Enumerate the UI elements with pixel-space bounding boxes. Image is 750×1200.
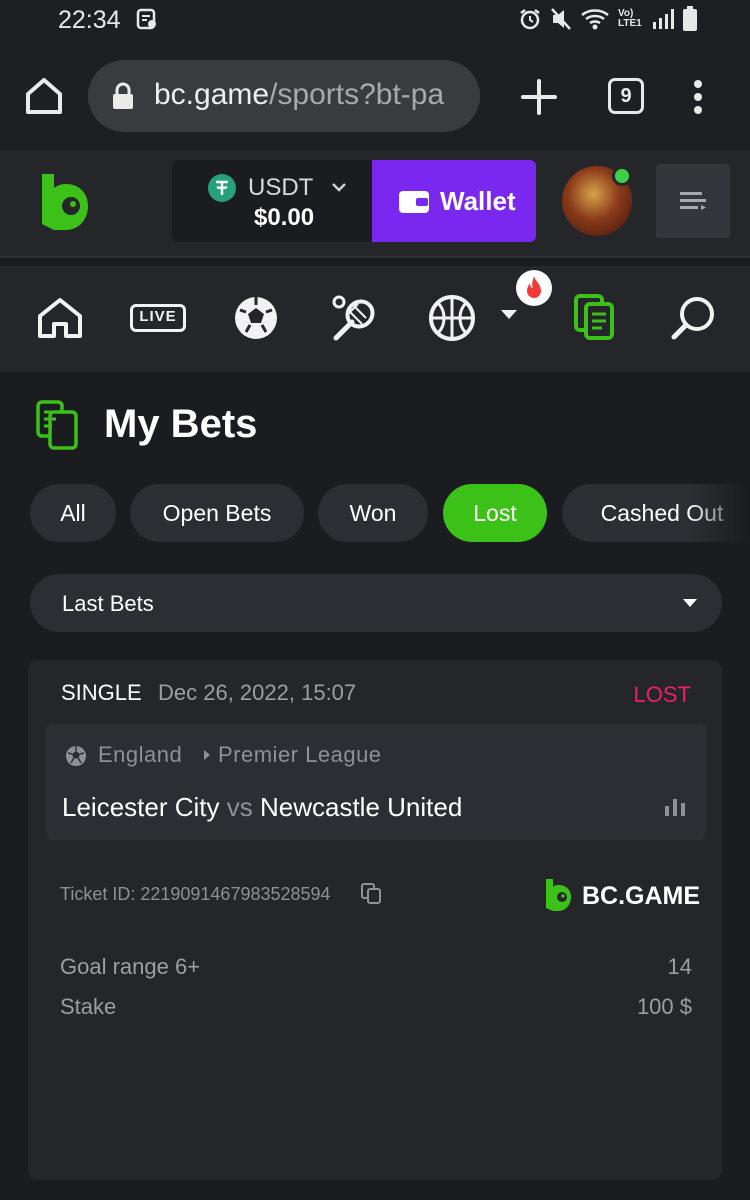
home-team: Leicester City bbox=[62, 792, 220, 822]
url-path: /sports?bt-pa bbox=[269, 78, 445, 111]
hot-badge bbox=[516, 270, 552, 306]
wifi-icon bbox=[581, 9, 609, 30]
stats-icon[interactable] bbox=[664, 798, 686, 816]
my-bets-icon[interactable] bbox=[570, 292, 622, 344]
dropdown-label: Last Bets bbox=[62, 591, 154, 616]
more-sports-caret-icon[interactable] bbox=[500, 308, 518, 320]
mute-icon bbox=[551, 8, 571, 30]
selection-label: Goal range 6+ bbox=[60, 954, 201, 979]
url-host: bc.game bbox=[154, 78, 270, 111]
basketball-icon[interactable] bbox=[426, 292, 478, 344]
stake-value: 100 $ bbox=[636, 994, 692, 1019]
signal-icon bbox=[653, 9, 674, 29]
menu-button[interactable] bbox=[656, 164, 730, 238]
wallet-label: Wallet bbox=[440, 186, 516, 216]
filter-won[interactable]: Won bbox=[318, 484, 428, 542]
match-info[interactable]: England Premier League Leicester City vs… bbox=[46, 724, 706, 840]
note-icon bbox=[136, 8, 156, 30]
bets-range-dropdown[interactable]: Last Bets bbox=[30, 574, 722, 632]
vs-label: vs bbox=[226, 792, 253, 822]
bet-date: Dec 26, 2022, 15:07 bbox=[158, 680, 357, 705]
filter-scroll-fade bbox=[690, 484, 750, 542]
tennis-icon[interactable] bbox=[328, 292, 380, 344]
bet-card[interactable]: SINGLE Dec 26, 2022, 15:07 LOST England … bbox=[28, 660, 722, 1180]
brand-text: BC.GAME bbox=[582, 882, 701, 910]
menu-icon bbox=[680, 192, 706, 210]
live-icon[interactable]: LIVE bbox=[130, 292, 186, 344]
wallet-button[interactable]: Wallet bbox=[372, 160, 536, 242]
match-country: England bbox=[98, 742, 183, 767]
browser-toolbar: bc.game/sports?bt-pa 9 bbox=[0, 40, 750, 150]
live-label: LIVE bbox=[139, 308, 177, 325]
bcgame-logo-icon[interactable] bbox=[38, 172, 90, 234]
filter-open-bets[interactable]: Open Bets bbox=[130, 484, 304, 542]
fire-icon bbox=[527, 276, 541, 298]
tab-switcher-button[interactable]: 9 bbox=[608, 78, 644, 114]
network-label: Vo) LTE1 bbox=[618, 8, 642, 29]
search-icon[interactable] bbox=[668, 292, 720, 344]
app-header: USDT $0.00 Wallet bbox=[0, 150, 750, 258]
odds-value: 14 bbox=[667, 954, 692, 979]
my-bets-page: My Bets All Open Bets Won Lost Cashed Ou… bbox=[0, 372, 750, 1200]
currency-label: USDT bbox=[248, 174, 314, 201]
status-time: 22:34 bbox=[58, 6, 121, 34]
browser-home-icon[interactable] bbox=[24, 76, 64, 116]
caret-down-icon bbox=[683, 599, 697, 607]
new-tab-icon[interactable] bbox=[520, 78, 558, 116]
page-title: My Bets bbox=[104, 402, 258, 446]
soccer-icon[interactable] bbox=[230, 292, 282, 344]
match-teams: Leicester City vs Newcastle United bbox=[62, 792, 462, 823]
home-icon[interactable] bbox=[34, 292, 86, 344]
battery-icon bbox=[683, 6, 697, 31]
url-text: bc.game/sports?bt-pa bbox=[154, 78, 444, 112]
sports-nav: LIVE bbox=[0, 266, 750, 372]
wallet-icon bbox=[399, 191, 429, 213]
status-badge: LOST bbox=[633, 682, 691, 707]
browser-menu-icon[interactable] bbox=[688, 78, 708, 116]
my-bets-title-icon bbox=[36, 400, 78, 450]
bcgame-brand-icon bbox=[546, 879, 571, 911]
bet-filter-tabs: All Open Bets Won Lost Cashed Out bbox=[30, 484, 750, 542]
stake-label: Stake bbox=[60, 994, 117, 1019]
status-bar: 22:34 Vo) LTE1 bbox=[0, 0, 750, 40]
filter-all[interactable]: All bbox=[30, 484, 116, 542]
bet-type: SINGLE bbox=[61, 680, 142, 705]
away-team: Newcastle United bbox=[259, 792, 463, 822]
chevron-down-icon bbox=[332, 183, 346, 192]
lock-icon bbox=[113, 82, 133, 109]
online-status-dot bbox=[612, 166, 632, 186]
usdt-icon bbox=[208, 174, 236, 202]
filter-lost[interactable]: Lost bbox=[443, 484, 547, 542]
soccer-ball-icon bbox=[66, 746, 86, 766]
ticket-id: Ticket ID: 2219091467983528594 bbox=[60, 884, 331, 904]
balance-amount: $0.00 bbox=[254, 204, 315, 231]
breadcrumb-arrow-icon bbox=[204, 750, 210, 760]
copy-icon[interactable] bbox=[360, 882, 382, 904]
balance-selector[interactable]: USDT $0.00 bbox=[172, 160, 372, 242]
alarm-icon bbox=[520, 9, 540, 30]
address-bar[interactable]: bc.game/sports?bt-pa bbox=[88, 60, 480, 132]
match-league: Premier League bbox=[218, 742, 382, 767]
